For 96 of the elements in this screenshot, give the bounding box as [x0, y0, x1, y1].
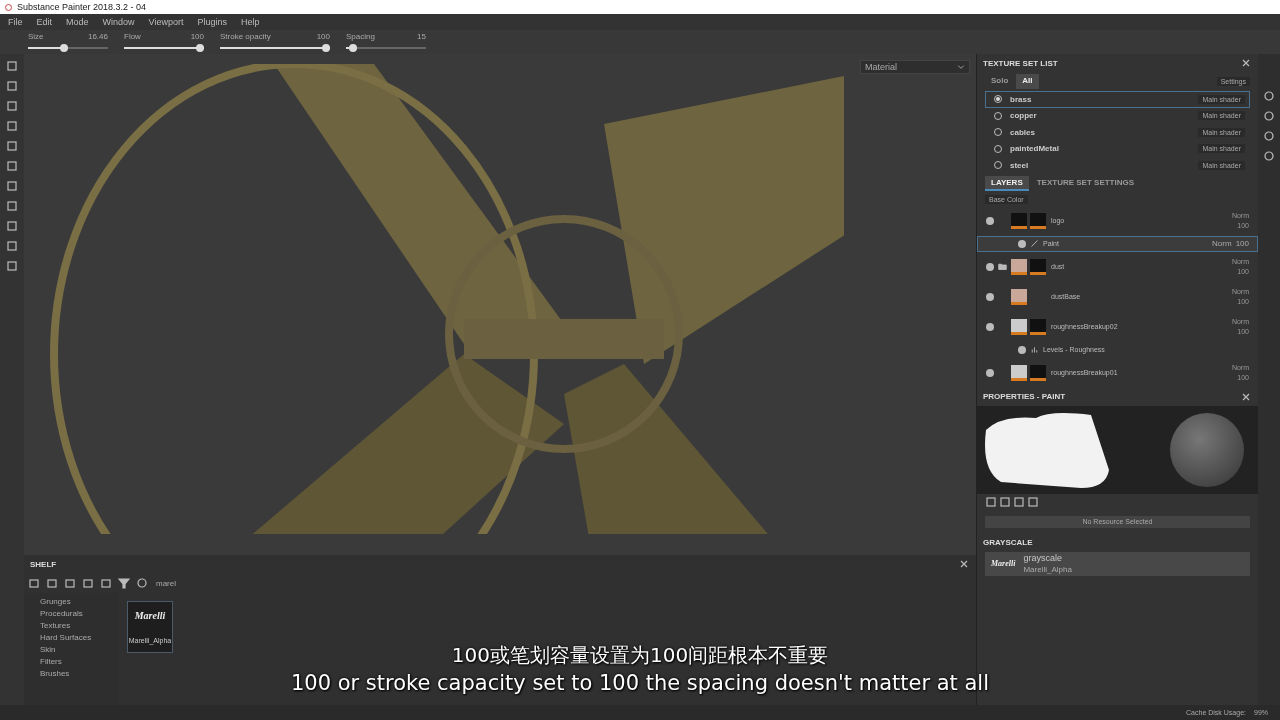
levels-icon[interactable]: [1030, 345, 1039, 354]
asset-thumbnail: Marelli: [134, 610, 166, 621]
texture-set-name: copper: [1010, 111, 1038, 121]
category-item[interactable]: Hard Surfaces: [40, 633, 119, 642]
slider[interactable]: [220, 44, 330, 52]
menu-item[interactable]: Window: [102, 17, 135, 27]
tool-icon[interactable]: [6, 180, 18, 192]
layer-thumbnail: [1011, 318, 1027, 335]
visibility-toggle[interactable]: [986, 262, 994, 271]
close-icon[interactable]: [958, 558, 970, 570]
panel-title: PROPERTIES - PAINT: [983, 392, 1066, 401]
texture-set-name: cables: [1010, 127, 1036, 137]
option-label: Flow: [124, 32, 141, 41]
blend-mode: Norm: [1212, 239, 1232, 248]
slider[interactable]: [346, 44, 426, 52]
tool-icon[interactable]: [6, 220, 18, 232]
option-value: 100: [316, 32, 330, 41]
option-value: 16.46: [87, 32, 108, 41]
tab[interactable]: Solo: [985, 74, 1015, 89]
menu-item[interactable]: Viewport: [148, 17, 184, 27]
slider[interactable]: [28, 44, 108, 52]
property-tab-icon[interactable]: [1027, 495, 1039, 508]
menu-item[interactable]: Help: [240, 17, 260, 27]
visibility-toggle[interactable]: [986, 368, 994, 377]
chevron-down-icon[interactable]: [957, 63, 965, 71]
brush-icon[interactable]: [1030, 239, 1039, 248]
tool-icon[interactable]: [6, 200, 18, 212]
search-field[interactable]: marel: [154, 577, 354, 589]
visibility-toggle[interactable]: [1018, 239, 1026, 248]
display-icon[interactable]: [1263, 130, 1275, 142]
visibility-toggle[interactable]: [1018, 345, 1026, 354]
section-title: GRAYSCALE: [983, 538, 1033, 547]
tool-icon[interactable]: [6, 160, 18, 172]
category-item[interactable]: Grunges: [40, 597, 119, 606]
option-label: Spacing: [346, 32, 375, 41]
option-value: 15: [417, 32, 426, 41]
layer-thumbnail: [1011, 212, 1027, 229]
subtitle: 100或笔划容量设置为100间距根本不重要: [451, 642, 829, 669]
tab[interactable]: All: [1016, 74, 1039, 89]
tool-icon[interactable]: [6, 120, 18, 132]
layer-thumbnail: [1011, 258, 1027, 275]
filter-icon[interactable]: [118, 577, 130, 589]
category-item[interactable]: Filters: [40, 657, 119, 666]
category-item[interactable]: Textures: [40, 621, 119, 630]
tab[interactable]: LAYERS: [985, 175, 1029, 191]
slider-thumb[interactable]: [322, 44, 330, 52]
mask-thumbnail: [1030, 318, 1046, 335]
menu-item[interactable]: File: [8, 17, 23, 27]
property-tab-icon[interactable]: [1013, 495, 1025, 508]
option-label: Size: [28, 32, 44, 41]
tool-icon[interactable]: [6, 100, 18, 112]
panel-title: SHELF: [30, 559, 57, 569]
texture-set-name: brass: [1010, 94, 1033, 104]
category-item[interactable]: Procedurals: [40, 609, 119, 618]
visibility-toggle[interactable]: [986, 292, 994, 301]
app-logo-icon: [4, 2, 13, 12]
slider[interactable]: [124, 44, 204, 52]
slider-thumb[interactable]: [196, 44, 204, 52]
display-icon[interactable]: [1263, 110, 1275, 122]
visibility-toggle[interactable]: [986, 322, 994, 331]
mask-thumbnail: [1030, 364, 1046, 381]
slider-thumb[interactable]: [348, 44, 357, 52]
slot-name: grayscale: [1023, 553, 1063, 563]
property-tab-icon[interactable]: [985, 495, 997, 508]
tool-icon[interactable]: [6, 260, 18, 272]
menu-item[interactable]: Edit: [36, 17, 53, 27]
window-title: Substance Painter 2018.3.2 - 04: [17, 2, 147, 12]
property-tab-icon[interactable]: [999, 495, 1011, 508]
opacity-value: 100: [1235, 239, 1249, 248]
menu-item[interactable]: Plugins: [197, 17, 227, 27]
tool-icon[interactable]: [6, 240, 18, 252]
mask-thumbnail: [1030, 258, 1046, 275]
visibility-toggle[interactable]: [986, 216, 994, 225]
tool-icon[interactable]: [6, 60, 18, 72]
slot-resource: Marelli_Alpha: [1023, 565, 1073, 574]
menu-item[interactable]: Mode: [66, 17, 89, 27]
option-label: Stroke opacity: [220, 32, 271, 41]
category-item[interactable]: Skin: [40, 645, 119, 654]
tool-icon[interactable]: [6, 140, 18, 152]
close-icon[interactable]: [1240, 57, 1252, 69]
option-value: 100: [190, 32, 204, 41]
layer-thumbnail: [1011, 288, 1027, 305]
tool-icon[interactable]: [6, 80, 18, 92]
texture-set-name: steel: [1010, 160, 1030, 170]
display-icon[interactable]: [1263, 150, 1275, 162]
slot-thumbnail: Marelli: [991, 559, 1016, 568]
display-icon[interactable]: [1263, 90, 1275, 102]
layer-thumbnail: [1011, 364, 1027, 381]
mask-thumbnail: [1030, 212, 1046, 229]
category-item[interactable]: Brushes: [40, 669, 119, 678]
tab[interactable]: TEXTURE SET SETTINGS: [1030, 175, 1141, 191]
subtitle: 100 or stroke capacity set to 100 the spacing doesn't matter at all: [290, 671, 990, 695]
texture-set-name: paintedMetal: [1010, 144, 1060, 154]
material-dropdown[interactable]: Material: [860, 60, 970, 74]
panel-title: TEXTURE SET LIST: [983, 58, 1058, 68]
slider-thumb[interactable]: [60, 44, 69, 52]
